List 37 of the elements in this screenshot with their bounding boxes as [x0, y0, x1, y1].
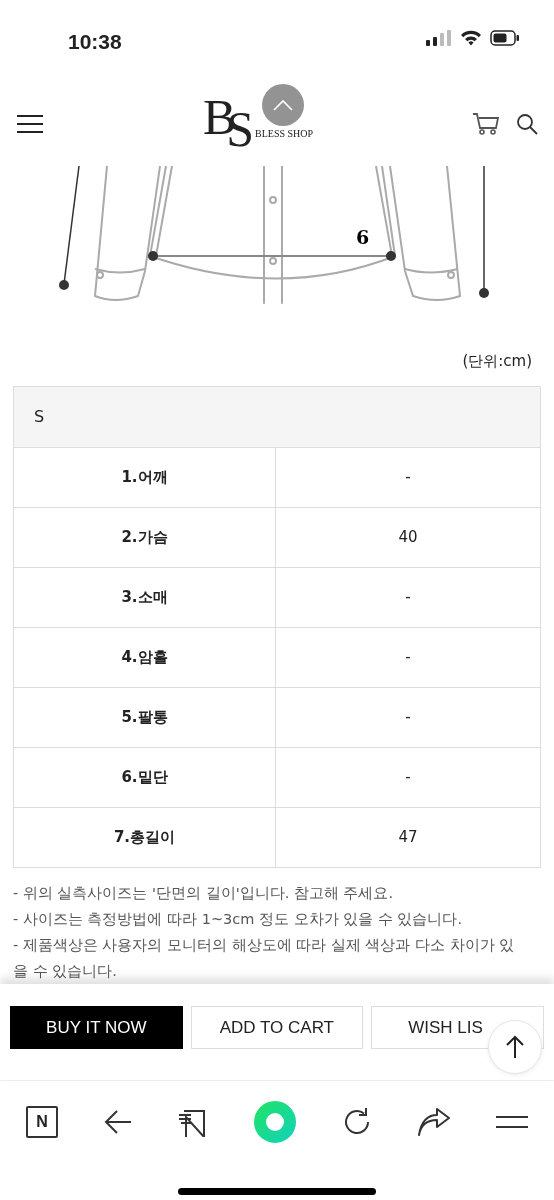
note-text: - 위의 실측사이즈는 '단면의 길이'입니다. 참고해 주세요. [13, 884, 395, 903]
table-cell: 3.소매 [14, 567, 276, 627]
battery-icon [490, 30, 520, 46]
note-text: - 제품색상은 사용자의 모니터의 해상도에 따라 실제 색상과 다소 차이가 있을 수 있습니다. [13, 936, 516, 981]
table-header: S [14, 387, 540, 447]
home-button[interactable]: N [26, 1105, 58, 1138]
table-cell: 47 [276, 807, 540, 867]
share-icon[interactable] [418, 1107, 450, 1136]
search-icon[interactable] [516, 113, 538, 135]
menu-icon[interactable] [496, 1114, 528, 1129]
table-cell: - [276, 687, 540, 747]
table-cell: 2.가슴 [14, 507, 276, 567]
table-cell: - [276, 567, 540, 627]
buy-now-button[interactable]: BUY IT NOW [10, 1006, 183, 1049]
wifi-icon [460, 30, 482, 46]
table-cell: - [276, 447, 540, 507]
clock-time: 10:38 [68, 29, 122, 55]
table-cell: 4.암홀 [14, 627, 276, 687]
signal-icon [426, 30, 452, 46]
table-cell: 1.어깨 [14, 447, 276, 507]
measure-label: 6 [356, 226, 370, 248]
unit-label: (단위:cm) [462, 352, 532, 370]
cart-icon[interactable] [472, 112, 500, 136]
table-cell: 40 [276, 507, 540, 567]
table-cell: 5.팔통 [14, 687, 276, 747]
add-to-cart-button[interactable]: ADD TO CART [190, 1006, 364, 1049]
arrow-up-icon [505, 1035, 525, 1059]
table-cell: 6.밑단 [14, 747, 276, 807]
refresh-icon[interactable] [342, 1106, 372, 1137]
table-cell: 7.총길이 [14, 807, 276, 867]
table-cell: - [276, 627, 540, 687]
table-cell: - [276, 747, 540, 807]
scroll-up-button[interactable] [262, 84, 304, 126]
note-text: - 사이즈는 측정방법에 따라 1~3cm 정도 오차가 있을 수 있습니다. [13, 910, 464, 929]
menu-icon[interactable] [16, 114, 44, 134]
back-arrow-icon[interactable] [104, 1108, 132, 1135]
chevron-up-icon [273, 99, 293, 111]
